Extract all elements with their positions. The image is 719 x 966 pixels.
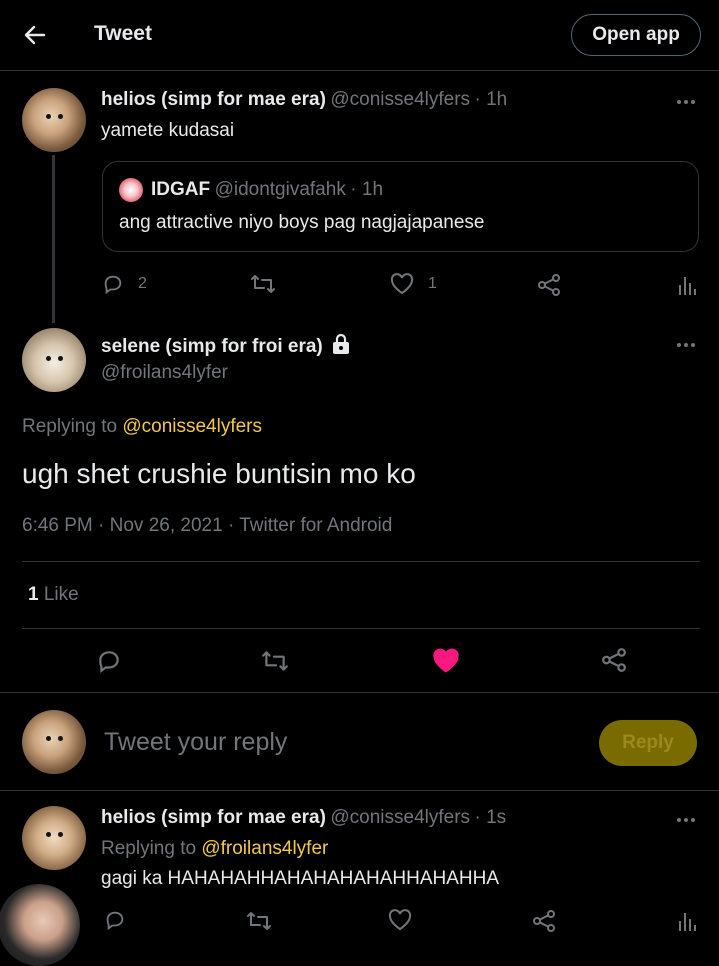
- retweet-icon[interactable]: [246, 910, 272, 937]
- timestamp[interactable]: · 1h: [474, 89, 507, 110]
- divider: [22, 561, 700, 562]
- like-action[interactable]: 1: [390, 273, 437, 295]
- handle: @idontgivafahk: [214, 179, 346, 200]
- display-name: IDGAF: [151, 179, 211, 200]
- reply-icon[interactable]: [96, 648, 122, 679]
- display-name[interactable]: helios (simp for mae era): [101, 89, 326, 110]
- quoted-tweet[interactable]: [102, 161, 699, 252]
- avatar[interactable]: [22, 806, 86, 870]
- like-stat-count: 1: [28, 584, 39, 605]
- display-name[interactable]: helios (simp for mae era): [101, 807, 326, 828]
- divider: [0, 692, 719, 693]
- avatar[interactable]: [0, 884, 80, 966]
- like-stat-label: Like: [43, 584, 79, 605]
- tweet-header: helios (simp for mae era) @conisse4lyfer…: [101, 89, 507, 111]
- display-name[interactable]: selene (simp for froi era): [101, 336, 323, 357]
- share-icon[interactable]: [601, 647, 627, 678]
- quote-header: IDGAF @idontgivafahk · 1h: [151, 179, 383, 201]
- quote-text: ang attractive niyo boys pag nagjajapane…: [119, 212, 485, 233]
- retweet-icon[interactable]: [250, 273, 276, 300]
- retweet-icon[interactable]: [261, 649, 289, 678]
- more-icon[interactable]: [677, 100, 695, 104]
- replying-label: Replying to: [101, 838, 197, 859]
- analytics-icon[interactable]: [677, 273, 697, 302]
- timestamp: · 1h: [350, 179, 384, 200]
- more-icon[interactable]: [677, 343, 695, 347]
- lock-icon: [331, 333, 351, 360]
- reply-count: 2: [138, 275, 147, 292]
- handle[interactable]: @conisse4lyfers: [330, 807, 470, 828]
- reply-action[interactable]: 2: [102, 273, 147, 295]
- heart-icon[interactable]: [388, 909, 412, 936]
- open-app-button[interactable]: Open app: [571, 14, 701, 56]
- like-count: 1: [428, 275, 437, 292]
- share-icon[interactable]: [537, 273, 561, 302]
- avatar: [22, 710, 86, 774]
- handle[interactable]: @froilans4lyfer: [101, 362, 228, 384]
- replying-to: Replying to @froilans4lyfer: [101, 838, 328, 860]
- more-icon[interactable]: [677, 818, 695, 822]
- avatar[interactable]: [22, 88, 86, 152]
- tweet-meta[interactable]: 6:46 PM · Nov 26, 2021 · Twitter for And…: [22, 515, 392, 537]
- reply-icon: [104, 275, 122, 295]
- handle[interactable]: @conisse4lyfers: [330, 89, 470, 110]
- replying-handle-link[interactable]: @froilans4lyfer: [201, 838, 328, 859]
- analytics-icon[interactable]: [677, 909, 697, 938]
- replying-to: Replying to @conisse4lyfers: [22, 416, 262, 438]
- reply-icon[interactable]: [104, 909, 126, 936]
- tweet-text: ugh shet crushie buntisin mo ko: [22, 458, 416, 489]
- reply-input[interactable]: Tweet your reply: [104, 728, 287, 757]
- heart-icon[interactable]: [432, 648, 460, 679]
- tweet-text: yamete kudasai: [101, 120, 235, 141]
- reply-button[interactable]: Reply: [599, 720, 697, 766]
- tweet-header: selene (simp for froi era): [101, 333, 351, 360]
- avatar: [119, 178, 143, 202]
- thread-line: [52, 155, 55, 323]
- page-title: Tweet: [94, 22, 152, 45]
- tweet-text: gagi ka HAHAHAHHAHAHAHAHAHHAHAHHA: [101, 868, 500, 889]
- like-stats[interactable]: 1 Like: [28, 584, 79, 606]
- divider: [0, 790, 719, 791]
- tweet-header: helios (simp for mae era) @conisse4lyfer…: [101, 807, 506, 829]
- divider: [22, 628, 700, 629]
- back-arrow-icon[interactable]: [22, 22, 48, 48]
- avatar[interactable]: [22, 328, 86, 392]
- share-icon[interactable]: [532, 909, 556, 938]
- replying-label: Replying to: [22, 416, 118, 437]
- timestamp[interactable]: · 1s: [474, 807, 506, 828]
- replying-handle-link[interactable]: @conisse4lyfers: [122, 416, 262, 437]
- heart-icon: [390, 273, 414, 295]
